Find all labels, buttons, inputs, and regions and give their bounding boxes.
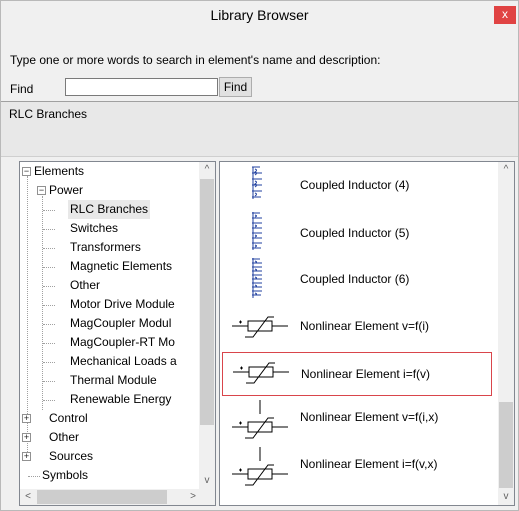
description-text: RLC Branches [9,107,88,121]
category-tree[interactable]: − Elements − Power RLC Branches Switches… [19,161,216,506]
scroll-down-icon[interactable]: v [199,473,215,489]
tree-vertical-scrollbar[interactable]: ^ v [199,162,215,489]
tree-item-label: Renewable Energy [70,392,172,406]
find-button[interactable]: Find [219,77,252,97]
tree-item-magnetic-elements[interactable]: Magnetic Elements [20,257,201,276]
scroll-thumb[interactable] [200,179,214,425]
scroll-up-icon[interactable]: ^ [498,162,514,178]
tree-item-label: Symbols [42,468,89,482]
expand-icon[interactable]: + [22,452,31,461]
scroll-left-icon[interactable]: < [20,489,36,505]
find-label: Find [10,82,34,96]
list-item-nonlinear-i-v[interactable]: Nonlinear Element i=f(v) [222,352,492,396]
expand-icon[interactable]: + [22,433,31,442]
tree-item-label: Motor Drive Module [70,297,175,311]
list-item-label: Coupled Inductor (4) [300,178,410,192]
tree-item-label: Switches [70,221,119,235]
coupled-inductor-6-icon [252,258,262,298]
scroll-thumb[interactable] [37,490,167,504]
expand-icon[interactable]: + [22,414,31,423]
coupled-inductor-4-icon [252,166,262,199]
nonlinear-element-control-icon [232,447,288,486]
coupled-inductor-5-icon [252,212,262,250]
tree-item-thermal[interactable]: Thermal Module [20,371,201,390]
tree-item-label: Other [49,430,80,444]
tree-item-sources[interactable]: + Sources [22,447,192,466]
tree-item-label: RLC Branches [68,200,151,219]
tree-item-label: Thermal Module [70,373,157,387]
tree-item-control[interactable]: + Control [22,409,192,428]
list-item-coupled-inductor-5[interactable]: Coupled Inductor (5) [222,210,492,254]
find-input[interactable] [65,78,218,96]
scroll-down-icon[interactable]: v [498,489,514,505]
collapse-icon[interactable]: − [22,167,31,176]
tree-item-label: MagCoupler Modul [70,316,172,330]
tree-item-label: Magnetic Elements [70,259,173,273]
tree-item-other[interactable]: Other [20,276,201,295]
tree-item-power[interactable]: − Power [22,181,192,200]
tree-item-renewable[interactable]: Renewable Energy [20,390,201,409]
collapse-icon[interactable]: − [37,186,46,195]
scroll-thumb[interactable] [499,402,513,488]
nonlinear-element-icon [232,316,288,338]
list-item-nonlinear-v-i[interactable]: Nonlinear Element v=f(i) [222,307,492,351]
tree-item-motor-drive[interactable]: Motor Drive Module [20,295,201,314]
tree-item-magcoupler[interactable]: MagCoupler Modul [20,314,201,333]
list-vertical-scrollbar[interactable]: ^ v [498,162,514,505]
list-item-label: Nonlinear Element v=f(i) [300,319,430,333]
tree-item-switches[interactable]: Switches [20,219,201,238]
tree-item-label: Transformers [70,240,141,254]
list-item-coupled-inductor-6[interactable]: Coupled Inductor (6) [222,256,492,300]
library-browser-window: Library Browser x Type one or more words… [0,0,519,511]
tree-item-label: Mechanical Loads a [70,354,177,368]
list-item-nonlinear-i-vx[interactable]: Nonlinear Element i=f(v,x) [222,447,492,491]
nonlinear-element-icon [233,362,289,384]
tree-item-label: Power [49,183,84,197]
title-bar[interactable]: Library Browser x [1,1,518,29]
tree-horizontal-scrollbar[interactable]: < > [20,489,201,505]
tree-item-label: MagCoupler-RT Mo [70,335,175,349]
tree-item-mechanical-loads[interactable]: Mechanical Loads a [20,352,201,371]
scroll-corner [199,489,215,505]
list-item-label: Nonlinear Element v=f(i,x) [300,410,439,424]
element-list[interactable]: Coupled Inductor (4) Coupled Inductor (5… [219,161,515,506]
description-box: RLC Branches [1,101,518,157]
list-item-label: Coupled Inductor (5) [300,226,410,240]
list-item-coupled-inductor-4[interactable]: Coupled Inductor (4) [222,164,492,208]
tree-item-magcoupler-rt[interactable]: MagCoupler-RT Mo [20,333,201,352]
list-item-label: Nonlinear Element i=f(v) [301,367,431,381]
tree-item-label: Elements [34,164,85,178]
tree-item-label: Control [49,411,88,425]
close-button[interactable]: x [494,6,516,24]
search-instruction: Type one or more words to search in elem… [10,53,381,67]
tree-item-rlc-branches[interactable]: RLC Branches [20,200,201,219]
tree-item-symbols[interactable]: Symbols [20,466,201,485]
tree-content: − Elements − Power RLC Branches Switches… [20,162,201,489]
tree-item-label: Sources [49,449,94,463]
scroll-up-icon[interactable]: ^ [199,162,215,178]
list-item-label: Nonlinear Element i=f(v,x) [300,457,438,471]
window-title: Library Browser [210,7,309,23]
tree-item-other-root[interactable]: + Other [22,428,192,447]
tree-item-label: Other [70,278,101,292]
tree-item-elements[interactable]: − Elements [22,162,192,181]
list-item-label: Coupled Inductor (6) [300,272,410,286]
nonlinear-element-control-icon [232,400,288,439]
tree-item-transformers[interactable]: Transformers [20,238,201,257]
list-item-nonlinear-v-ix[interactable]: Nonlinear Element v=f(i,x) [222,400,492,444]
